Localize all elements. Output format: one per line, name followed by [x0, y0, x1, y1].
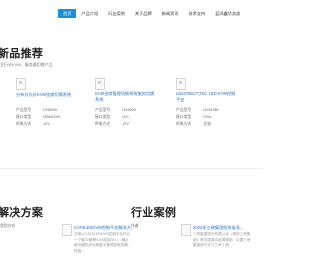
nav-item-contact[interactable]: 蓝鸿鑫华务部: [210, 9, 245, 18]
product-spec-row: 产品型号 DH6000: [16, 108, 57, 113]
solution-title[interactable]: CAT6LEDKVM控制平台解决方...: [74, 225, 134, 231]
main-nav: 首页 产品介绍 行业案例 关于品牌 新闻资讯 技术支持 蓝鸿鑫华务部: [58, 9, 245, 18]
product-spec-row: 供电方式 交流: [176, 122, 211, 127]
spec-value: DX8000: [122, 108, 136, 112]
nav-item-about[interactable]: 关于品牌: [130, 9, 157, 18]
nav-item-news[interactable]: 新闻资讯: [157, 9, 184, 18]
spec-value: 12V: [43, 122, 50, 126]
spec-label: 供电方式: [176, 122, 192, 126]
product-spec-row: 供电方式 12V: [16, 122, 50, 127]
product-name[interactable]: 分布式光纤KVM坐席切换系统: [16, 92, 78, 98]
solutions-section-title: 解决方案: [0, 207, 44, 219]
product-name[interactable]: LB3378817寸KC LED KVM控制平台: [176, 91, 238, 103]
case-meta-label: 作者: [131, 224, 139, 228]
spec-label: 供电方式: [16, 122, 32, 126]
solution-excerpt: 方案以CAT6LEDKVM控制平台作为一个集中管理KVM控制中心，通过服务器机房…: [74, 232, 132, 253]
product-list: 分布式光纤KVM坐席切换系统 产品型号 DH6000 接口类型 HDMI/DVI 供…: [0, 78, 263, 160]
spec-value: DH6000: [43, 108, 58, 112]
product-thumbnail[interactable]: [176, 78, 186, 90]
spec-label: 产品型号: [95, 108, 111, 112]
spec-label: 产品型号: [176, 108, 192, 112]
product-card[interactable]: KVM坐席管理切换系统服务切换系统 产品型号 DX8000 接口类型 DVI 供电方…: [95, 78, 161, 160]
product-spec-row: 接口类型 DVI: [95, 115, 129, 120]
solution-thumbnail[interactable]: [62, 224, 72, 236]
case-title[interactable]: 2022年三峡集团股份省条...: [193, 225, 244, 231]
product-card[interactable]: 分布式光纤KVM坐席切换系统 产品型号 DH6000 接口类型 HDMI/DVI 供…: [16, 78, 82, 160]
product-thumbnail[interactable]: [16, 78, 26, 90]
nav-item-products[interactable]: 产品介绍: [76, 9, 103, 18]
section-divider: [0, 168, 263, 169]
cases-section-title: 行业案例: [131, 207, 177, 219]
product-name[interactable]: KVM坐席管理切换系统服务切换系统: [95, 91, 157, 103]
solution-card[interactable]: CAT6LEDKVM控制平台解决方... 方案以CAT6LEDKVM控制平台作为…: [62, 224, 134, 264]
spec-value: VGA: [203, 115, 212, 119]
spec-label: 接口类型: [16, 115, 32, 119]
product-card[interactable]: LB3378817寸KC LED KVM控制平台 产品型号 LB33788 接口类…: [176, 78, 244, 160]
products-section-title: 新品推荐: [0, 48, 44, 60]
product-spec-row: 接口类型 HDMI/DVI: [16, 115, 60, 120]
product-spec-row: 供电方式 12V: [95, 122, 129, 127]
case-card[interactable]: 2022年三峡集团股份省条... 三峡集团股份有限公司（简称三峡集团）是中国清洁…: [181, 224, 257, 264]
nav-item-cases[interactable]: 行业案例: [103, 9, 130, 18]
spec-value: LB33788: [203, 108, 219, 112]
product-spec-row: 产品型号 DX8000: [95, 108, 136, 113]
product-spec-row: 产品型号 LB33788: [176, 108, 218, 113]
solutions-meta-label: 类别方式: [0, 224, 16, 228]
case-excerpt: 三峡集团股份有限公司（简称三峡集团）是中国清洁能源集团，中国三峡集团依托长江三峡…: [193, 232, 251, 247]
case-thumbnail[interactable]: [181, 224, 191, 236]
products-section-subtitle: 全行业KVM、服务器切换产品: [0, 62, 53, 67]
spec-label: 接口类型: [95, 115, 111, 119]
spec-value: 12V: [122, 122, 129, 126]
spec-label: 接口类型: [176, 115, 192, 119]
spec-value: DVI: [122, 115, 129, 119]
spec-label: 产品型号: [16, 108, 32, 112]
nav-item-home[interactable]: 首页: [58, 9, 77, 18]
spec-value: 交流: [203, 122, 211, 126]
spec-value: HDMI/DVI: [43, 115, 61, 119]
product-thumbnail[interactable]: [95, 78, 105, 90]
spec-label: 供电方式: [95, 122, 111, 126]
product-spec-row: 接口类型 VGA: [176, 115, 211, 120]
nav-item-support[interactable]: 技术支持: [183, 9, 210, 18]
